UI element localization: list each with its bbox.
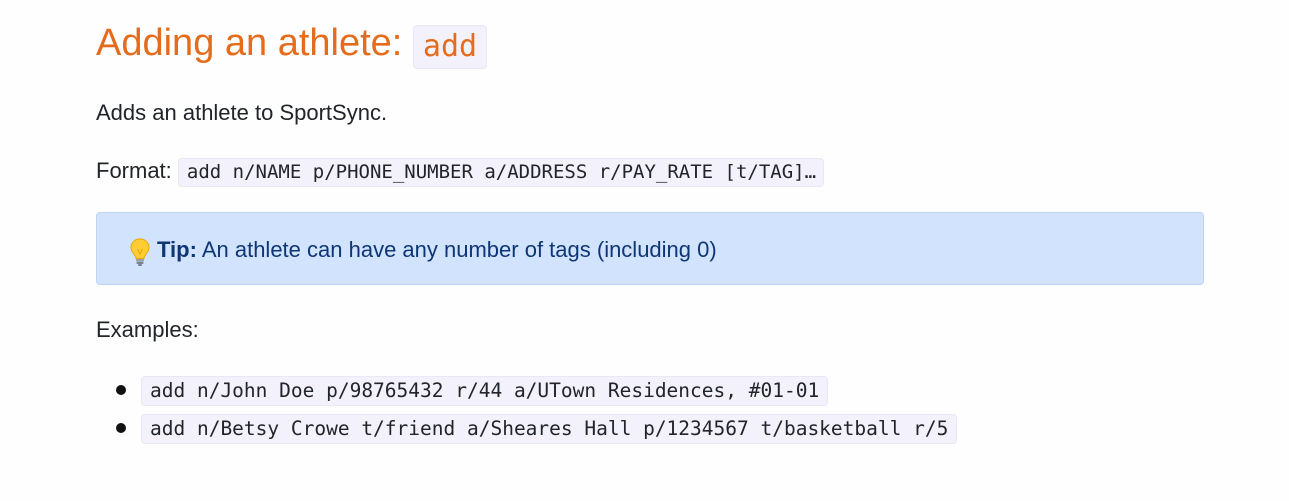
lightbulb-icon xyxy=(129,237,151,267)
section-title-command: add xyxy=(412,25,488,69)
tip-box: Tip: An athlete can have any number of t… xyxy=(96,212,1204,285)
example-command-1: add n/John Doe p/98765432 r/44 a/UTown R… xyxy=(141,376,829,406)
list-item: add n/Betsy Crowe t/friend a/Sheares Hal… xyxy=(96,410,958,448)
section-title: Adding an athlete: add xyxy=(96,18,488,71)
examples-label: Examples: xyxy=(96,317,199,342)
format-line: Format: add n/NAME p/PHONE_NUMBER a/ADDR… xyxy=(96,156,825,187)
tip-label: Tip: xyxy=(157,237,197,262)
format-label: Format: xyxy=(96,158,172,183)
bullet-dot xyxy=(116,423,126,433)
example-list: add n/John Doe p/98765432 r/44 a/UTown R… xyxy=(96,372,958,448)
intro-text: Adds an athlete to SportSync. xyxy=(96,100,388,125)
tip-content: Tip: An athlete can have any number of t… xyxy=(129,235,717,267)
section-title-text: Adding an athlete: xyxy=(96,22,403,64)
example-command-2: add n/Betsy Crowe t/friend a/Sheares Hal… xyxy=(141,414,958,444)
tip-text: An athlete can have any number of tags (… xyxy=(201,237,717,262)
format-command: add n/NAME p/PHONE_NUMBER a/ADDRESS r/PA… xyxy=(177,158,825,187)
lightbulb-icon-svg xyxy=(130,238,150,266)
list-item: add n/John Doe p/98765432 r/44 a/UTown R… xyxy=(96,372,957,410)
bullet-dot xyxy=(116,385,126,395)
